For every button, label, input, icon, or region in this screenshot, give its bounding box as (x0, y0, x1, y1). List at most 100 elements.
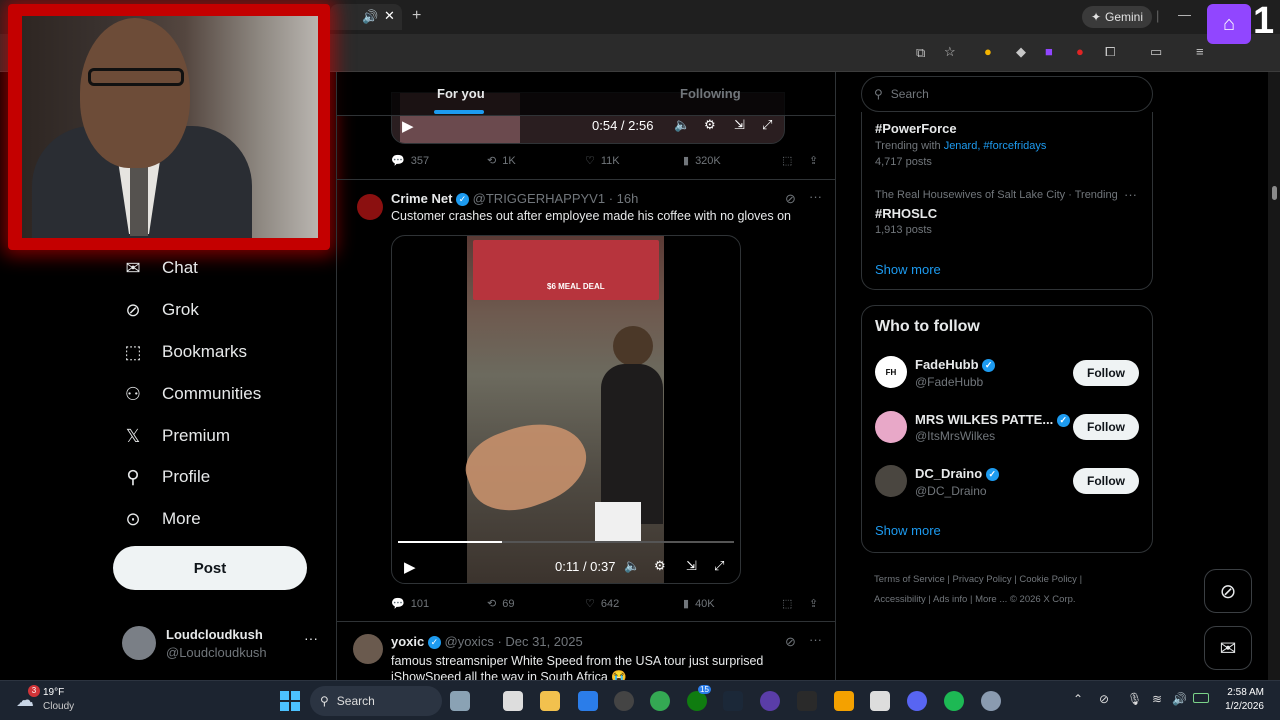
views-action[interactable]: ▮ 40K (683, 597, 715, 611)
follow-button[interactable]: Follow (1073, 360, 1139, 386)
fullscreen-icon[interactable]: ⤢ (762, 117, 772, 133)
avatar[interactable] (875, 465, 907, 497)
more-dots-icon[interactable]: ··· (304, 630, 318, 646)
more-dots-icon[interactable]: ··· (1124, 187, 1137, 202)
pip-icon[interactable]: ⇲ (734, 117, 745, 133)
bookmark-action[interactable]: ⬚ (782, 154, 792, 167)
discord-icon[interactable] (907, 691, 927, 711)
grok-icon[interactable]: ⊘ (785, 634, 796, 650)
trends-show-more[interactable]: Show more (875, 262, 941, 277)
follow-button[interactable]: Follow (1073, 414, 1139, 440)
settings-gear-icon[interactable]: ⚙ (654, 558, 666, 574)
7zip-icon[interactable] (870, 691, 890, 711)
nav-grok[interactable]: ⊘ Grok (122, 295, 198, 325)
nav-more[interactable]: ⊙ More (122, 504, 200, 534)
reply-action[interactable]: 💬 101 (391, 597, 429, 611)
nav-premium[interactable]: 𝕏 Premium (122, 421, 230, 451)
grok-fab-button[interactable]: ⊘ (1204, 569, 1252, 613)
tray-icon[interactable]: ⊘ (1099, 692, 1109, 706)
extension-red-icon[interactable]: ● (1076, 44, 1084, 59)
pip-icon[interactable]: ⇲ (686, 558, 697, 574)
xbox-icon[interactable]: 15 (687, 685, 711, 711)
tweet-time[interactable]: · 16h (609, 191, 639, 206)
nav-bookmarks[interactable]: ⬚ Bookmarks (122, 337, 247, 367)
user-name[interactable]: FadeHubb ✓ (915, 357, 996, 373)
page-scrollbar[interactable] (1268, 72, 1280, 680)
extension-diamond-icon[interactable]: ◆ (1016, 44, 1026, 60)
close-tab-icon[interactable]: ✕ (384, 8, 395, 24)
author-name[interactable]: yoxic (391, 634, 424, 649)
views-action[interactable]: ▮ 320K (683, 154, 721, 168)
avatar[interactable] (357, 194, 383, 220)
play-icon[interactable]: ▶ (402, 117, 414, 135)
speaker-icon[interactable]: 🔊 (362, 9, 378, 25)
chevron-up-icon[interactable]: ⌃ (1073, 692, 1083, 706)
search-input[interactable]: ⚲ Search (861, 76, 1153, 112)
clock-time[interactable]: 2:58 AM (1224, 687, 1264, 698)
split-view-icon[interactable]: ▭ (1150, 44, 1162, 60)
clock-date[interactable]: 1/2/2026 (1220, 701, 1264, 712)
settings-gear-icon[interactable]: ⚙ (704, 117, 716, 133)
extensions-puzzle-icon[interactable]: ⧠ (1105, 44, 1115, 60)
play-icon[interactable]: ▶ (404, 558, 416, 576)
gemini-button[interactable]: ✦ Gemini (1082, 6, 1152, 28)
tab-following[interactable]: Following (680, 86, 741, 101)
minimize-icon[interactable]: — (1178, 7, 1191, 22)
like-action[interactable]: ♡ 11K (585, 154, 620, 168)
scrollbar-thumb[interactable] (1272, 186, 1277, 200)
share-action[interactable]: ⇪ (809, 597, 818, 610)
trend-tag[interactable]: #PowerForce (875, 121, 957, 136)
trend-links[interactable]: Jenard, #forcefridays (944, 140, 1047, 152)
tweet-time[interactable]: · Dec 31, 2025 (497, 634, 582, 649)
like-action[interactable]: ♡ 642 (585, 597, 619, 611)
footer-terms[interactable]: Terms of Service (874, 574, 945, 585)
weather-widget[interactable]: ☁ 3 (16, 685, 42, 714)
volume-icon[interactable]: 🔈 (674, 117, 690, 133)
retweet-action[interactable]: ⟲ 69 (487, 597, 514, 611)
tweet-video[interactable]: $6 MEAL DEAL ▶ 0:11 / 0:37 🔈 ⚙ ⇲ ⤢ (391, 235, 741, 584)
account-switcher[interactable]: Loudcloudkush @Loudcloudkush ··· (122, 624, 322, 664)
avatar[interactable] (875, 411, 907, 443)
extension-color-icon[interactable]: ● (984, 44, 992, 59)
bookmark-action[interactable]: ⬚ (782, 597, 792, 610)
author-name[interactable]: Crime Net (391, 191, 452, 206)
battery-icon[interactable] (1193, 693, 1209, 703)
grok-icon[interactable]: ⊘ (785, 191, 796, 207)
microphone-icon[interactable]: 🎙 (1127, 692, 1142, 706)
footer-accessibility[interactable]: Accessibility (874, 594, 926, 605)
avatar[interactable]: FH (875, 356, 907, 388)
retweet-action[interactable]: ⟲ 1K (487, 154, 516, 168)
nav-profile[interactable]: ⚲ Profile (122, 462, 210, 492)
task-view-icon[interactable] (503, 691, 523, 711)
bookmark-star-icon[interactable]: ☆ (944, 44, 956, 60)
spotify-icon[interactable] (944, 691, 964, 711)
wifi-icon[interactable]: ≋ (1152, 692, 1162, 706)
reading-list-icon[interactable]: ≡ (1196, 44, 1204, 59)
rockstar-icon[interactable] (834, 691, 854, 711)
steam-icon[interactable] (723, 691, 743, 711)
new-tab-icon[interactable]: + (412, 7, 421, 25)
epic-games-icon[interactable] (797, 691, 817, 711)
store-app-icon[interactable] (578, 691, 598, 711)
more-dots-icon[interactable]: ··· (809, 189, 822, 204)
chrome-icon[interactable] (650, 691, 670, 711)
post-button[interactable]: Post (113, 546, 307, 590)
user-name[interactable]: MRS WILKES PATTE... ✓ (915, 412, 1070, 428)
author-handle[interactable]: @TRIGGERHAPPYV1 (473, 191, 605, 206)
user-name[interactable]: DC_Draino ✓ (915, 466, 999, 482)
app-icon[interactable] (760, 691, 780, 711)
browser-tab[interactable]: 🔊 ✕ (330, 4, 402, 30)
install-app-icon[interactable]: ⧉ (916, 45, 925, 61)
volume-icon[interactable]: 🔊 (1172, 692, 1187, 706)
video-progress-track[interactable] (398, 541, 734, 543)
trend-tag[interactable]: #RHOSLC (875, 206, 937, 221)
nav-chat[interactable]: ✉ Chat (122, 253, 197, 283)
settings-gear-icon[interactable] (981, 691, 1001, 711)
footer-more[interactable]: More ... (975, 594, 1007, 605)
footer-ads[interactable]: Ads info (933, 594, 967, 605)
reply-action[interactable]: 💬 357 (391, 154, 429, 168)
volume-icon[interactable]: 🔈 (624, 558, 640, 574)
more-dots-icon[interactable]: ··· (809, 632, 822, 647)
follow-button[interactable]: Follow (1073, 468, 1139, 494)
app-icon[interactable] (614, 691, 634, 711)
